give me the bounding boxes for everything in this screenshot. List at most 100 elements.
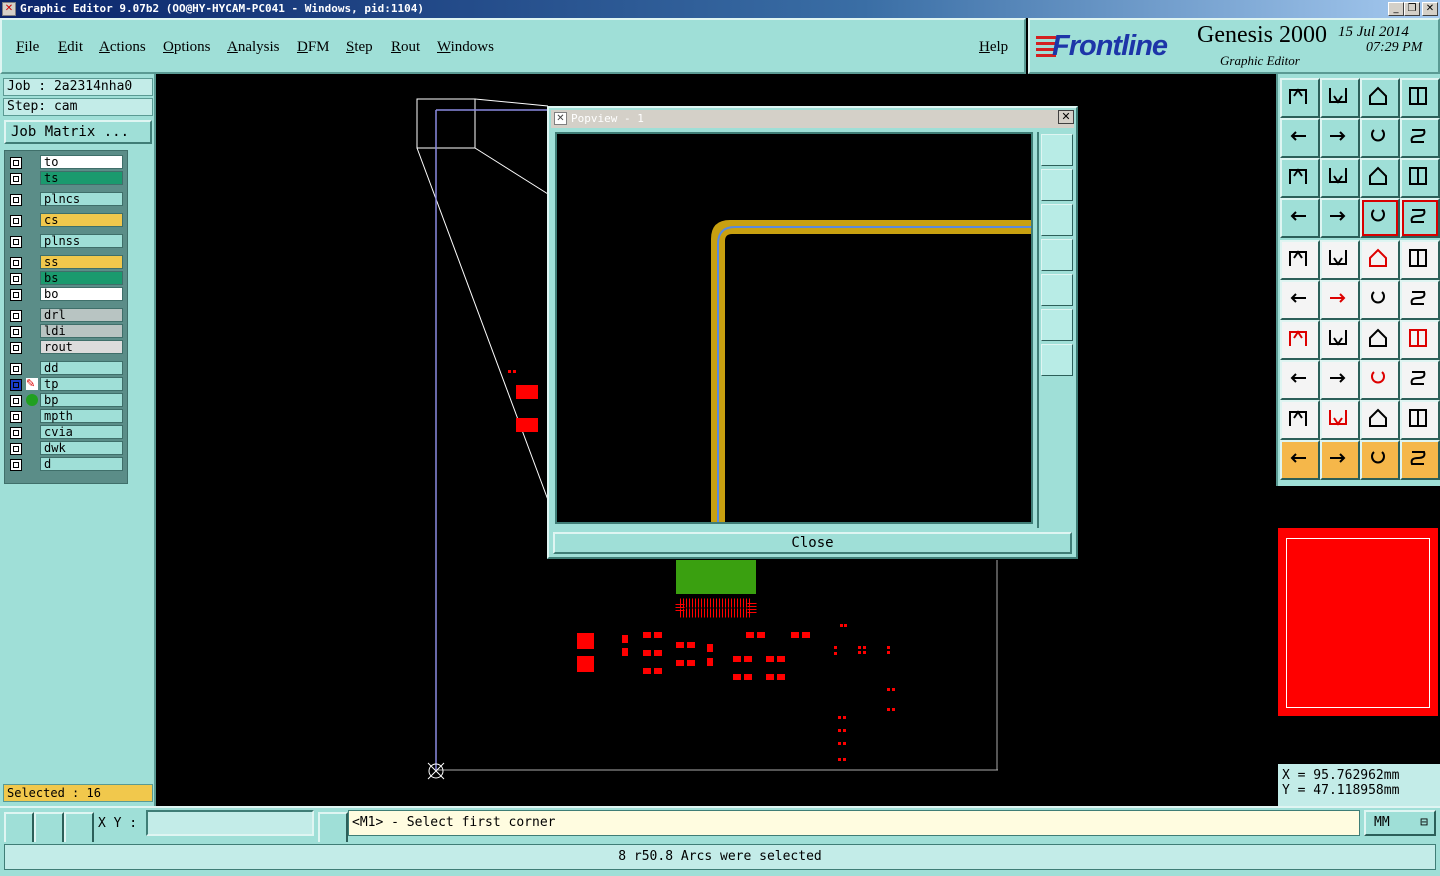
angle-icon[interactable]: [1280, 320, 1320, 360]
menu-options[interactable]: Options: [163, 39, 211, 56]
measure-box-icon[interactable]: [1360, 360, 1400, 400]
pad-icon[interactable]: [1400, 240, 1440, 280]
layer-checkbox[interactable]: [10, 273, 22, 285]
layer-checkbox[interactable]: [10, 395, 22, 407]
net-icon[interactable]: [1280, 280, 1320, 320]
layer-name[interactable]: bs: [40, 271, 123, 285]
layer-checkbox[interactable]: [10, 157, 22, 169]
layer-name[interactable]: drl: [40, 308, 123, 322]
select-polygon-icon[interactable]: [1320, 240, 1360, 280]
popview-close-button[interactable]: Close: [553, 532, 1072, 554]
menu-actions[interactable]: Actions: [99, 39, 146, 56]
layer-name[interactable]: tp: [40, 377, 123, 391]
layer-row-rout[interactable]: rout: [4, 339, 128, 355]
layer-checkbox[interactable]: [10, 363, 22, 375]
grid-icon[interactable]: [64, 812, 94, 844]
layer-name[interactable]: plncs: [40, 192, 123, 206]
layer-name[interactable]: ts: [40, 171, 123, 185]
layer-name[interactable]: rout: [40, 340, 123, 354]
menu-help[interactable]: Help: [979, 39, 1008, 56]
triangle-b-icon[interactable]: [1360, 400, 1400, 440]
layer-row-plncs[interactable]: plncs: [4, 191, 128, 207]
arc-icon[interactable]: [1360, 320, 1400, 360]
layer-checkbox[interactable]: [10, 289, 22, 301]
layer-checkbox[interactable]: [10, 427, 22, 439]
snap-icon[interactable]: [4, 812, 34, 844]
zoom-fit-icon[interactable]: [1041, 134, 1073, 166]
triangle-c-icon[interactable]: [1400, 400, 1440, 440]
move-icon[interactable]: [1280, 360, 1320, 400]
layer-name[interactable]: plnss: [40, 234, 123, 248]
layer-name[interactable]: bo: [40, 287, 123, 301]
zoom-in-icon[interactable]: [1041, 344, 1073, 376]
popview-canvas[interactable]: [555, 132, 1033, 524]
popview-close-icon[interactable]: ✕: [1058, 110, 1074, 124]
layer-name[interactable]: ss: [40, 255, 123, 269]
xy-input[interactable]: [146, 810, 314, 836]
fit-all-icon[interactable]: [1320, 158, 1360, 198]
layer-checkbox[interactable]: [10, 310, 22, 322]
undo-zoom-icon[interactable]: [1360, 118, 1400, 158]
menu-windows[interactable]: Windows: [437, 39, 494, 56]
home-up-icon[interactable]: [1280, 78, 1320, 118]
layer-row-bs[interactable]: bs: [4, 270, 128, 286]
layer-row-bo[interactable]: bo: [4, 286, 128, 302]
layer-row-dwk[interactable]: dwk: [4, 440, 128, 456]
layer-checkbox[interactable]: [10, 236, 22, 248]
home-icon[interactable]: [1360, 78, 1400, 118]
cut-line-icon[interactable]: [1320, 360, 1360, 400]
layer-row-plnss[interactable]: plnss: [4, 233, 128, 249]
zoom-out-icon[interactable]: [1041, 309, 1073, 341]
layer-name[interactable]: dwk: [40, 441, 123, 455]
layer-swap-icon[interactable]: [1360, 198, 1400, 238]
layer-name[interactable]: to: [40, 155, 123, 169]
layer-name[interactable]: d: [40, 457, 123, 471]
close-icon[interactable]: ✕: [1422, 2, 1438, 16]
layer-checkbox[interactable]: [10, 459, 22, 471]
pan-down-icon[interactable]: [1041, 204, 1073, 236]
menu-rout[interactable]: Rout: [391, 39, 420, 56]
layer-row-ldi[interactable]: ldi: [4, 323, 128, 339]
layer-checkbox[interactable]: [10, 215, 22, 227]
layer-row-d[interactable]: d: [4, 456, 128, 472]
layer-row-to[interactable]: to: [4, 154, 128, 170]
scale-1-2-icon[interactable]: [1360, 158, 1400, 198]
grid-view-icon[interactable]: [1320, 198, 1360, 238]
layer-name[interactable]: dd: [40, 361, 123, 375]
units-selector[interactable]: MM ⊟: [1364, 810, 1436, 836]
cross-icon[interactable]: [1320, 280, 1360, 320]
layer-name[interactable]: cvia: [40, 425, 123, 439]
pointer-icon[interactable]: [1280, 440, 1320, 480]
layer-checkbox[interactable]: [10, 411, 22, 423]
info-icon[interactable]: [318, 812, 348, 844]
maximize-icon[interactable]: ❐: [1404, 2, 1420, 16]
pad-point-icon[interactable]: [1400, 280, 1440, 320]
snapshot-icon[interactable]: [1280, 240, 1320, 280]
pan-up-icon[interactable]: [1041, 169, 1073, 201]
fit-vertical-icon[interactable]: [1280, 158, 1320, 198]
layer-checkbox[interactable]: [10, 326, 22, 338]
flip-icon[interactable]: [1400, 320, 1440, 360]
layer-checkbox[interactable]: [10, 379, 22, 391]
settings-icon[interactable]: [1280, 198, 1320, 238]
triangle-icon[interactable]: [1280, 400, 1320, 440]
triangle-a-icon[interactable]: [1320, 400, 1360, 440]
layer-list-scrollbar[interactable]: [128, 150, 154, 484]
job-matrix-button[interactable]: Job Matrix ...: [4, 120, 152, 144]
measure-icon[interactable]: [34, 812, 64, 844]
layer-checkbox[interactable]: [10, 194, 22, 206]
layer-row-dd[interactable]: dd: [4, 360, 128, 376]
layer-name[interactable]: cs: [40, 213, 123, 227]
layer-checkbox[interactable]: [10, 342, 22, 354]
zoom-forward-icon[interactable]: [1320, 118, 1360, 158]
layer-row-ss[interactable]: ss: [4, 254, 128, 270]
popview-title-bar[interactable]: Popview - 1: [551, 110, 1074, 128]
layer-row-tp[interactable]: ✎ tp: [4, 376, 128, 392]
menu-dfm[interactable]: DFM: [297, 39, 330, 56]
menu-edit[interactable]: Edit: [58, 39, 83, 56]
window-title-bar[interactable]: Graphic Editor 9.07b2 (OO@HY-HYCAM-PC041…: [0, 0, 1440, 18]
select-arrow-icon[interactable]: [1320, 440, 1360, 480]
zoom-back-icon[interactable]: [1280, 118, 1320, 158]
menu-step[interactable]: Step: [346, 39, 373, 56]
layer-row-mpth[interactable]: mpth: [4, 408, 128, 424]
